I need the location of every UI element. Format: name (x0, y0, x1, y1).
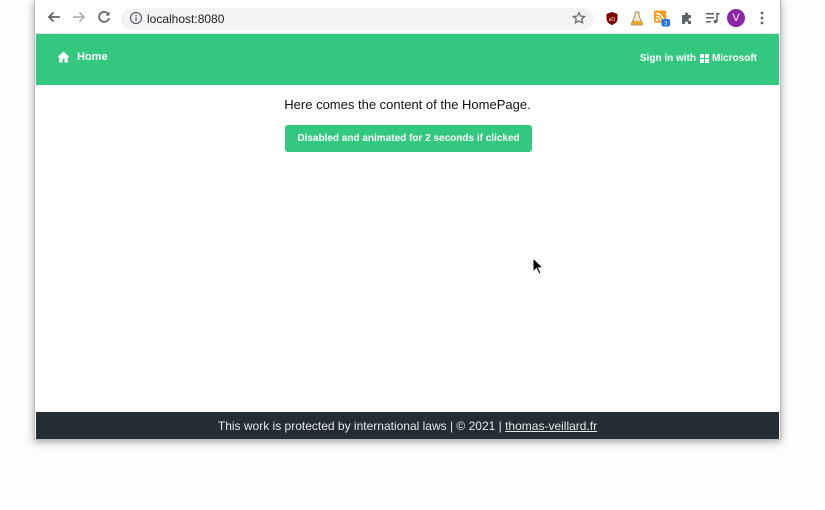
ublock-icon[interactable]: uO (604, 10, 620, 26)
signin-provider: Microsoft (712, 53, 757, 64)
content-text: Here comes the content of the HomePage. (284, 97, 531, 112)
forward-icon[interactable] (70, 8, 88, 26)
avatar[interactable]: V (727, 9, 745, 27)
signin-button[interactable]: Sign in with Microsoft (640, 53, 757, 64)
app-navbar: Home Sign in with Microsoft (36, 34, 779, 85)
main-content: Here comes the content of the HomePage. … (36, 85, 779, 412)
flask-icon[interactable] (629, 10, 645, 26)
home-icon (57, 51, 70, 63)
cursor-icon (532, 257, 544, 275)
browser-toolbar: localhost:8080 uO 3 V (35, 0, 780, 34)
signin-prefix: Sign in with (639, 53, 696, 64)
reload-icon[interactable] (95, 8, 113, 26)
rss-badge: 3 (664, 21, 667, 27)
puzzle-icon[interactable] (679, 10, 695, 26)
footer-text: This work is protected by international … (217, 418, 502, 433)
menu-icon[interactable] (755, 10, 769, 26)
page-footer: This work is protected by international … (36, 412, 779, 439)
star-icon[interactable] (571, 11, 587, 30)
microsoft-icon (700, 54, 709, 63)
rss-icon[interactable]: 3 (654, 10, 670, 27)
address-bar[interactable]: localhost:8080 (121, 8, 594, 30)
footer-link[interactable]: thomas-veillard.fr (505, 419, 597, 433)
nav-home-label: Home (77, 51, 108, 63)
info-icon[interactable] (129, 11, 143, 30)
nav-home-link[interactable]: Home (57, 51, 108, 63)
url-text: localhost:8080 (147, 12, 225, 26)
svg-text:uO: uO (609, 17, 616, 23)
media-icon[interactable] (704, 10, 720, 26)
back-icon[interactable] (45, 8, 63, 26)
animated-button[interactable]: Disabled and animated for 2 seconds if c… (285, 125, 532, 152)
browser-window: localhost:8080 uO 3 V Home Sign in with … (34, 0, 781, 440)
